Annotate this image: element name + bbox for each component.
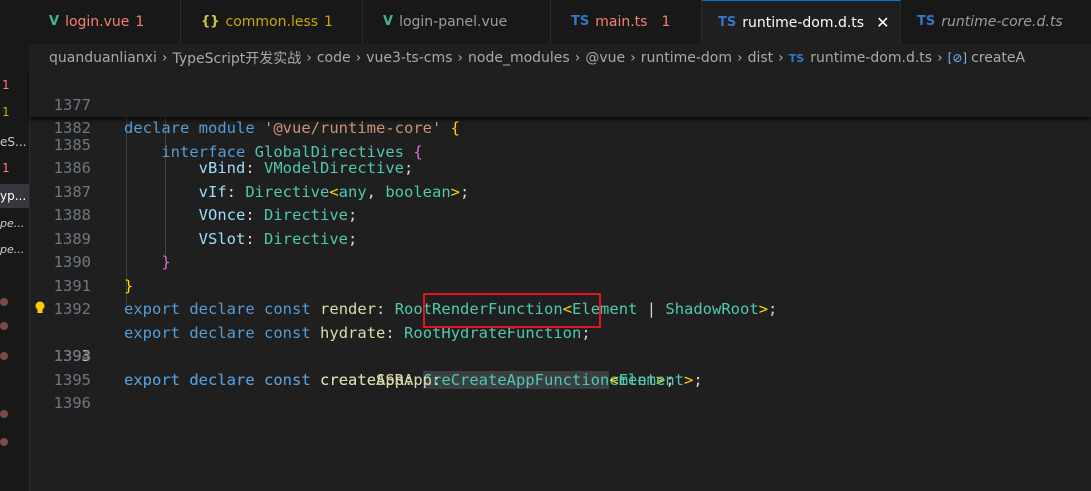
code-editor[interactable]: 1377 declare module '@vue/runtime-core' … <box>29 70 1091 491</box>
lightbulb-icon[interactable] <box>34 301 46 315</box>
breadcrumb-item[interactable]: TypeScript开发实战 <box>172 48 301 68</box>
variable-symbol-icon: [⊘] <box>947 51 968 65</box>
explorer-sidebar-strip: 1 1 eS... 1 yp... pe... pe... <box>0 0 30 491</box>
explorer-item[interactable]: 1 <box>0 73 29 97</box>
tab-runtime-core-d-ts[interactable]: TS runtime-core.d.ts <box>901 0 1091 43</box>
status-dot <box>0 352 8 360</box>
code-line[interactable]: 1396 <box>29 369 1091 412</box>
chevron-right-icon: › <box>161 50 168 66</box>
chevron-right-icon: › <box>937 50 943 66</box>
tab-login-panel-vue[interactable]: V login-panel.vue <box>363 0 551 43</box>
breadcrumb-item[interactable]: code <box>317 50 351 66</box>
code-line[interactable]: 1389 } <box>29 204 1091 272</box>
status-dot <box>0 438 8 446</box>
tab-login-vue[interactable]: V login.vue 1 <box>29 0 181 43</box>
ts-icon: TS <box>718 15 737 30</box>
code-line[interactable]: 1388 VSlot: Directive; <box>29 181 1091 248</box>
sticky-line[interactable]: 1382 interface GlobalDirectives { <box>29 94 1091 161</box>
status-dot <box>0 322 8 330</box>
sticky-line[interactable]: 1377 declare module '@vue/runtime-core' … <box>29 70 1091 138</box>
explorer-item[interactable]: eS... <box>0 130 29 154</box>
chevron-right-icon: › <box>630 50 636 66</box>
breadcrumb-item[interactable]: vue3-ts-cms <box>366 50 452 66</box>
chevron-right-icon: › <box>574 50 581 66</box>
highlight-annotation-box <box>423 293 601 328</box>
chevron-right-icon: › <box>778 50 784 66</box>
code-line[interactable]: 1395 <box>29 345 1091 389</box>
explorer-item[interactable]: pe... <box>0 212 29 236</box>
ts-icon: TS <box>571 14 590 29</box>
explorer-item[interactable]: 1 <box>0 100 29 124</box>
chevron-right-icon: › <box>306 50 312 66</box>
breadcrumb-item[interactable]: @vue <box>585 50 625 66</box>
editor-tab-bar: V login.vue 1 {} common.less 1 V login-p… <box>29 0 1091 44</box>
breadcrumb-item[interactable]: node_modules <box>468 50 570 66</box>
breadcrumb-item[interactable]: runtime-dom <box>641 50 732 66</box>
code-text: declare module '@vue/runtime-core' { <box>124 119 461 137</box>
sticky-scroll-header[interactable]: 1377 declare module '@vue/runtime-core' … <box>29 70 1091 161</box>
tab-runtime-dom-d-ts[interactable]: TS runtime-dom.d.ts ✕ <box>702 0 901 44</box>
chevron-right-icon: › <box>355 50 362 66</box>
breadcrumb-file[interactable]: runtime-dom.d.ts <box>810 50 932 66</box>
explorer-item[interactable]: pe... <box>0 238 29 262</box>
status-dot <box>0 298 8 306</box>
ts-icon: TS <box>788 51 805 65</box>
code-text: interface GlobalDirectives { <box>161 142 423 161</box>
close-icon[interactable]: ✕ <box>876 13 889 32</box>
breadcrumb: quanduanlianxi › TypeScript开发实战 › code › vu… <box>29 44 1091 72</box>
breadcrumb-symbol[interactable]: createA <box>971 50 1025 66</box>
vue-icon: V <box>383 14 394 29</box>
tab-common-less[interactable]: {} common.less 1 <box>181 0 363 43</box>
chevron-right-icon: › <box>737 50 743 66</box>
breadcrumb-item[interactable]: quanduanlianxi <box>49 50 157 66</box>
explorer-item[interactable]: 1 <box>0 156 29 180</box>
status-dot <box>0 410 8 418</box>
code-line[interactable]: 1391 export declare const render: RootRe… <box>29 251 1091 319</box>
chevron-right-icon: › <box>457 50 464 66</box>
ts-icon: TS <box>917 14 936 29</box>
line-number: 1396 <box>53 394 91 412</box>
code-line[interactable]: 1390 } <box>29 228 1091 295</box>
tab-main-ts[interactable]: TS main.ts 1 <box>551 0 702 43</box>
braces-icon: {} <box>201 14 220 29</box>
vue-icon: V <box>49 14 60 29</box>
breadcrumb-item[interactable]: dist <box>748 50 774 66</box>
explorer-item-selected[interactable]: yp... <box>0 184 29 208</box>
line-number: 1382 <box>53 119 91 137</box>
